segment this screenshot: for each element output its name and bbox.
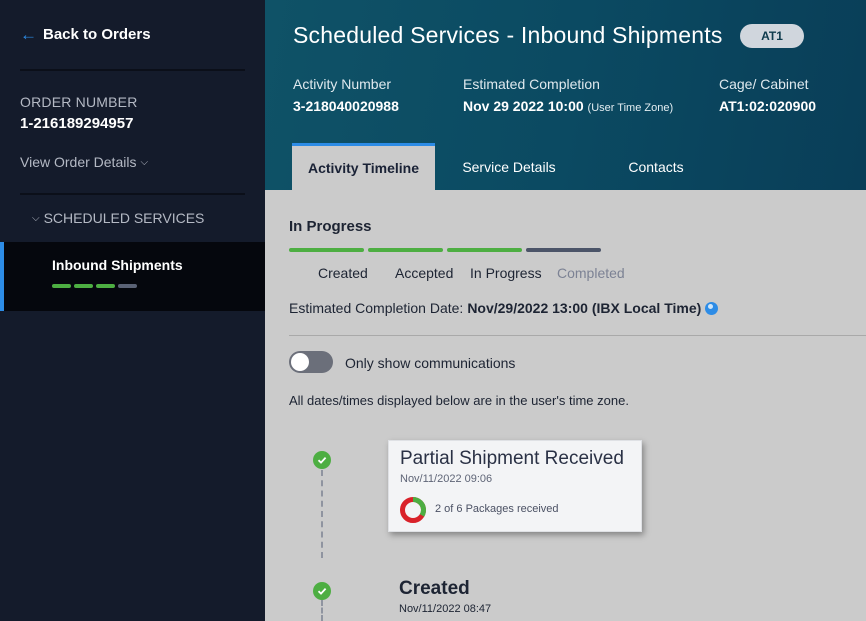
step-label-accepted: Accepted: [395, 265, 454, 281]
progress-segment: [526, 248, 601, 252]
timeline-event-card[interactable]: Partial Shipment Received Nov/11/2022 09…: [388, 440, 642, 532]
scheduled-services-label: SCHEDULED SERVICES: [43, 210, 205, 226]
chevron-down-icon: ⌵: [32, 212, 40, 224]
page-header: Scheduled Services - Inbound Shipments A…: [265, 0, 866, 190]
timeline-connector: [321, 470, 323, 558]
progress-segment: [447, 248, 522, 252]
back-to-orders-label: Back to Orders: [43, 26, 151, 43]
step-label-created: Created: [318, 265, 368, 281]
globe-icon[interactable]: [705, 301, 719, 315]
mini-progress-segment: [118, 284, 137, 288]
activity-number-value: 3-218040020988: [293, 98, 399, 114]
mini-progress-bar: [52, 284, 137, 288]
estimated-completion-date-value: Nov/29/2022 13:00 (IBX Local Time): [467, 300, 702, 316]
timezone-note: All dates/times displayed below are in t…: [289, 393, 629, 408]
cage-value: AT1:02:020900: [719, 98, 817, 114]
tab-service-details[interactable]: Service Details: [435, 143, 583, 190]
timeline-connector: [321, 600, 323, 621]
estimated-completion-datetime: Nov 29 2022 10:00: [463, 98, 584, 114]
event-date: Nov/11/2022 08:47: [399, 603, 492, 615]
event-title: Created: [399, 578, 470, 599]
event-title: Partial Shipment Received: [400, 448, 624, 469]
communications-toggle-label: Only show communications: [345, 355, 516, 371]
tab-activity-timeline[interactable]: Activity Timeline: [292, 143, 435, 190]
event-date: Nov/11/2022 09:06: [400, 473, 493, 485]
packages-donut: [400, 497, 426, 523]
sidebar-divider: [20, 193, 245, 195]
status-progress-bar: [289, 248, 601, 252]
back-to-orders-link[interactable]: ← Back to Orders: [20, 26, 151, 43]
arrow-left-icon: ←: [20, 25, 37, 44]
estimated-completion-value: Nov 29 2022 10:00 (User Time Zone): [463, 98, 673, 114]
progress-segment: [289, 248, 364, 252]
packages-received-text: 2 of 6 Packages received: [435, 503, 559, 515]
page-title: Scheduled Services - Inbound Shipments: [293, 22, 723, 48]
active-indicator: [0, 242, 4, 311]
sidebar-divider: [20, 69, 245, 71]
activity-number-label: Activity Number: [293, 76, 392, 92]
estimated-completion-date: Estimated Completion Date: Nov/29/2022 1…: [289, 300, 719, 316]
mini-progress-segment: [74, 284, 93, 288]
check-circle-icon: [313, 451, 331, 469]
sidebar-item-inbound-shipments[interactable]: Inbound Shipments: [0, 242, 265, 311]
sidebar: ← Back to Orders ORDER NUMBER 1-21618929…: [0, 0, 265, 621]
estimated-completion-block: Estimated Completion Nov 29 2022 10:00 (…: [463, 76, 673, 114]
step-label-completed: Completed: [557, 265, 625, 281]
order-number-label: ORDER NUMBER: [20, 94, 138, 110]
estimated-completion-tz: (User Time Zone): [587, 102, 674, 114]
cage-block: Cage/ Cabinet AT1:02:020900: [719, 76, 816, 114]
site-badge: AT1: [740, 24, 804, 48]
activity-number-block: Activity Number 3-218040020988: [293, 76, 399, 114]
check-circle-icon: [313, 582, 331, 600]
estimated-completion-label: Estimated Completion: [463, 76, 600, 92]
sidebar-item-label: Inbound Shipments: [52, 257, 183, 273]
activity-timeline-panel: In Progress Created Accepted In Progress…: [265, 190, 866, 621]
communications-toggle[interactable]: [289, 351, 333, 373]
progress-segment: [368, 248, 443, 252]
cage-label: Cage/ Cabinet: [719, 76, 809, 92]
view-order-details-label: View Order Details: [20, 154, 137, 170]
scheduled-services-toggle[interactable]: ⌵ SCHEDULED SERVICES: [32, 210, 204, 226]
mini-progress-segment: [52, 284, 71, 288]
order-number: 1-216189294957: [20, 115, 134, 132]
tab-bar: Activity Timeline Service Details Contac…: [292, 143, 729, 190]
divider: [289, 335, 866, 336]
chevron-down-icon: ⌵: [140, 156, 149, 168]
status-title: In Progress: [289, 218, 372, 235]
tab-contacts[interactable]: Contacts: [583, 143, 729, 190]
view-order-details-link[interactable]: View Order Details ⌵: [20, 154, 148, 170]
estimated-completion-date-label: Estimated Completion Date:: [289, 300, 464, 316]
step-label-in-progress: In Progress: [470, 265, 542, 281]
mini-progress-segment: [96, 284, 115, 288]
